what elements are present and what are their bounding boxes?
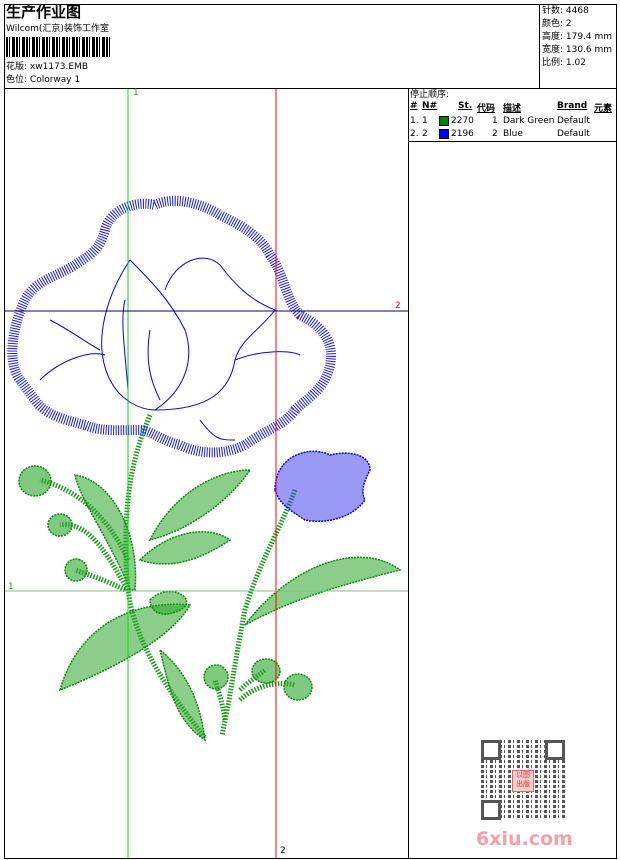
guide-label-green-left: 1 (8, 582, 14, 592)
flower-inner-lines (39, 257, 301, 441)
qr-finder (481, 740, 501, 760)
qr-finder (545, 740, 565, 760)
blue-bud (274, 450, 371, 522)
watermark-logo: 6xiu.com (476, 828, 573, 850)
embroidery-design (5, 89, 408, 858)
qr-finder (481, 800, 501, 820)
guide-label-red-bottom: 2 (280, 846, 286, 856)
flower-outline (7, 195, 336, 458)
guide-label-red-right: 2 (395, 301, 401, 311)
seal-stamp: 以图出版 (512, 770, 534, 792)
guide-label-green-top: 1 (133, 88, 139, 98)
